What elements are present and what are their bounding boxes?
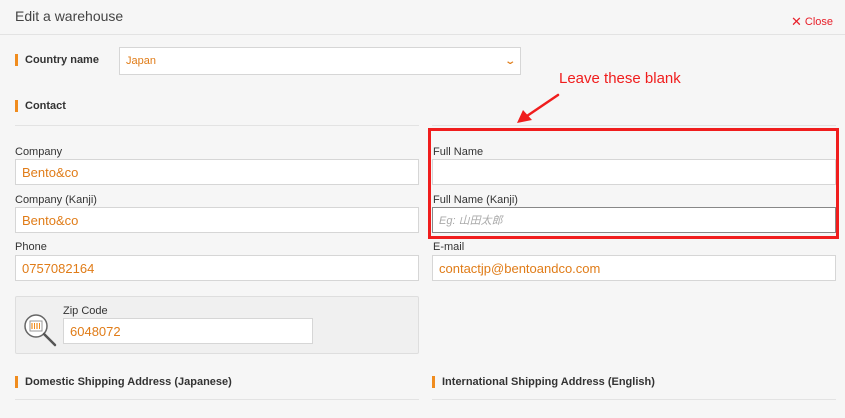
annotation-text: Leave these blank bbox=[559, 70, 681, 87]
section-domestic-address: Domestic Shipping Address (Japanese) bbox=[15, 376, 232, 388]
title-divider bbox=[0, 34, 845, 35]
company-kanji-input[interactable]: Bento&co bbox=[15, 207, 419, 233]
section-country-name: Country name bbox=[15, 54, 99, 66]
company-label: Company bbox=[15, 146, 63, 158]
annotation-highlight-box bbox=[428, 128, 839, 239]
email-label: E-mail bbox=[433, 241, 465, 253]
annotation-arrow-icon bbox=[517, 93, 560, 123]
close-label: Close bbox=[804, 15, 834, 28]
country-select[interactable]: Japan ⌄ bbox=[119, 47, 521, 75]
contact-divider-right bbox=[432, 125, 836, 126]
zip-search-icon[interactable] bbox=[22, 312, 58, 348]
domestic-divider bbox=[15, 399, 419, 400]
section-contact: Contact bbox=[15, 100, 66, 112]
close-button[interactable]: ✕ Close bbox=[791, 15, 833, 28]
country-selected-value: Japan bbox=[126, 55, 156, 67]
contact-divider bbox=[15, 125, 419, 126]
phone-input[interactable]: 0757082164 bbox=[15, 255, 419, 281]
zip-code-label: Zip Code bbox=[63, 305, 108, 317]
modal-title: Edit a warehouse bbox=[15, 8, 124, 24]
chevron-down-icon: ⌄ bbox=[503, 55, 516, 67]
zip-code-input[interactable]: 6048072 bbox=[63, 318, 313, 344]
company-kanji-label: Company (Kanji) bbox=[15, 194, 97, 206]
international-divider bbox=[432, 399, 836, 400]
company-input[interactable]: Bento&co bbox=[15, 159, 419, 185]
section-international-address: International Shipping Address (English) bbox=[432, 376, 655, 388]
close-icon: ✕ bbox=[791, 14, 802, 29]
phone-label: Phone bbox=[15, 241, 47, 253]
email-input[interactable]: contactjp@bentoandco.com bbox=[432, 255, 836, 281]
